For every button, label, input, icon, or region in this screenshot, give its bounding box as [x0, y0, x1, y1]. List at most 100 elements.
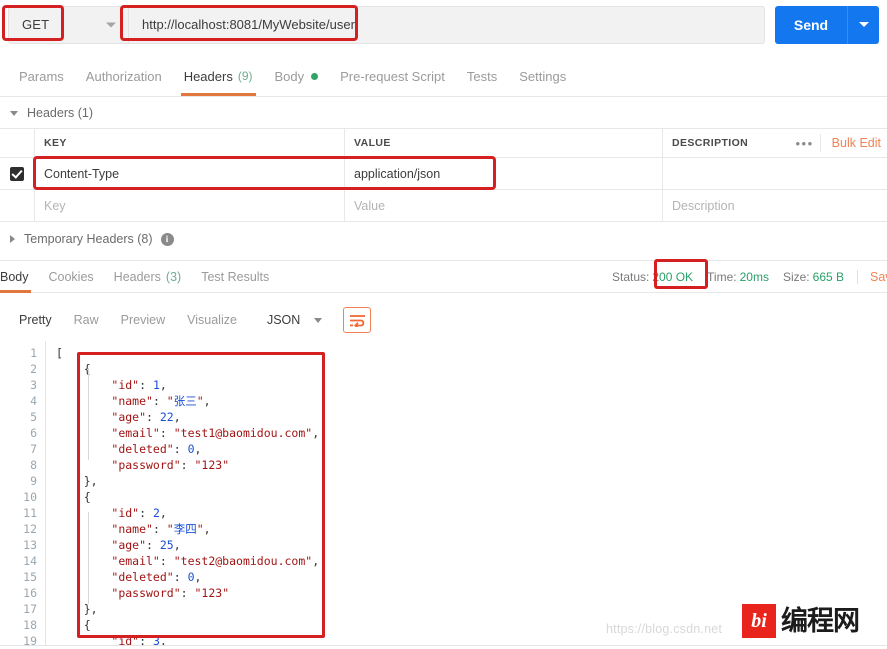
row-checkbox-cell[interactable]: [0, 158, 35, 189]
line-number: 3: [30, 378, 37, 392]
header-checkbox-column: [0, 129, 35, 157]
header-key-placeholder[interactable]: Key: [44, 199, 66, 213]
line-number: 10: [23, 490, 37, 504]
request-tabs: Params Authorization Headers (9) Body Pr…: [0, 56, 887, 97]
line-number: 4: [30, 394, 37, 408]
triangle-right-icon: [10, 235, 15, 243]
line-number-gutter: 1 2 3 4 5 6 7 8 9 10 11 12 13 14 15 16 17 18 19: [0, 341, 46, 646]
tab-label: Pre-request Script: [340, 68, 445, 84]
response-tab-body[interactable]: Body: [0, 260, 39, 293]
code-token: "id": [111, 506, 140, 520]
tab-count: (9): [237, 69, 253, 83]
line-number: 8: [30, 458, 37, 472]
code-token: "name": [111, 522, 153, 536]
code-line: "deleted": 0,: [56, 441, 887, 457]
line-number: 5: [30, 410, 37, 424]
more-options-icon[interactable]: •••: [796, 136, 820, 151]
code-token: ": [166, 522, 174, 536]
save-response-link[interactable]: Save Response: [857, 269, 887, 284]
size-label: Size:: [782, 269, 810, 284]
temporary-headers-toggle[interactable]: Temporary Headers (8) i: [0, 226, 887, 252]
code-line: {: [56, 489, 887, 505]
watermark-logo: bi 编程网: [742, 604, 860, 638]
tab-headers[interactable]: Headers (9): [173, 56, 264, 96]
code-token: :: [152, 522, 167, 536]
tab-pre-request-script[interactable]: Pre-request Script: [329, 56, 456, 96]
code-line: "age": 25,: [56, 537, 887, 553]
bulk-edit-link[interactable]: Bulk Edit: [819, 134, 887, 152]
response-body-code[interactable]: [ { "id": 1, "name": "张三", "age": 22, "e…: [46, 341, 887, 646]
word-wrap-button[interactable]: [343, 307, 372, 333]
code-line: "email": "test2@baomidou.com",: [56, 553, 887, 569]
column-header-description: DESCRIPTION: [672, 137, 749, 149]
header-key-input[interactable]: Content-Type: [44, 167, 119, 181]
table-row[interactable]: Content-Type application/json: [0, 158, 887, 190]
code-token: ,: [159, 378, 167, 392]
code-token: 1: [152, 378, 160, 392]
http-method-label: GET: [22, 17, 50, 32]
size-value: 665 B: [812, 269, 844, 284]
code-token: :: [173, 442, 188, 456]
code-token: {: [56, 618, 91, 632]
format-tab-visualize[interactable]: Visualize: [176, 308, 248, 332]
code-token: ,: [194, 570, 202, 584]
code-token: 22: [159, 410, 174, 424]
tab-authorization[interactable]: Authorization: [75, 56, 173, 96]
checkbox-checked-icon[interactable]: [10, 166, 24, 181]
code-token: :: [173, 570, 188, 584]
url-input[interactable]: http://localhost:8081/MyWebsite/user: [128, 5, 765, 44]
code-token: 0: [187, 442, 195, 456]
tab-body[interactable]: Body: [264, 56, 330, 96]
code-token: {: [56, 490, 91, 504]
response-tab-test-results[interactable]: Test Results: [191, 260, 279, 293]
code-token: ,: [312, 426, 320, 440]
time-value: 20ms: [739, 269, 769, 284]
code-line: "email": "test1@baomidou.com",: [56, 425, 887, 441]
tab-label: Cookies: [48, 269, 94, 284]
code-token: 25: [159, 538, 174, 552]
send-options-button[interactable]: [847, 5, 879, 44]
code-fold-guide: [88, 512, 89, 604]
code-token: ": [196, 522, 204, 536]
headers-section-toggle[interactable]: Headers (1): [0, 100, 887, 126]
response-body-viewer[interactable]: 1 2 3 4 5 6 7 8 9 10 11 12 13 14 15 16 17 18 19 [ { "id": …: [0, 341, 887, 646]
row-checkbox-cell[interactable]: [0, 190, 35, 221]
format-tab-raw[interactable]: Raw: [63, 308, 110, 332]
line-number: 9: [30, 474, 37, 488]
code-token: },: [56, 474, 98, 488]
code-token: "deleted": [111, 442, 174, 456]
http-method-select[interactable]: GET: [8, 5, 128, 44]
response-format-toolbar: Pretty Raw Preview Visualize JSON: [0, 300, 887, 340]
response-language-select[interactable]: JSON: [258, 309, 331, 331]
format-tab-pretty[interactable]: Pretty: [8, 308, 63, 332]
tab-settings[interactable]: Settings: [508, 56, 577, 96]
line-number: 15: [23, 570, 37, 584]
tab-label: Headers: [183, 68, 233, 84]
chevron-down-icon: [106, 22, 116, 27]
header-value-input[interactable]: application/json: [354, 167, 440, 181]
tab-params[interactable]: Params: [8, 56, 75, 96]
tab-tests[interactable]: Tests: [456, 56, 508, 96]
header-value-placeholder[interactable]: Value: [354, 199, 385, 213]
response-tab-headers[interactable]: Headers (3): [104, 260, 192, 293]
code-line: "id": 1,: [56, 377, 887, 393]
header-description-placeholder[interactable]: Description: [672, 199, 735, 213]
tab-label: Test Results: [201, 269, 270, 284]
response-tab-cookies[interactable]: Cookies: [39, 260, 104, 293]
table-row-empty[interactable]: Key Value Description: [0, 190, 887, 222]
response-language-label: JSON: [266, 313, 301, 327]
info-icon[interactable]: i: [160, 232, 174, 246]
code-line: "id": 2,: [56, 505, 887, 521]
table-header-row: KEY VALUE DESCRIPTION ••• Bulk Edit: [0, 129, 887, 158]
code-line: {: [56, 361, 887, 377]
code-token: "name": [111, 394, 153, 408]
format-tab-preview[interactable]: Preview: [110, 308, 176, 332]
send-button[interactable]: Send: [775, 5, 847, 44]
send-group: Send: [775, 5, 879, 44]
temporary-headers-label: Temporary Headers (8): [24, 232, 153, 246]
